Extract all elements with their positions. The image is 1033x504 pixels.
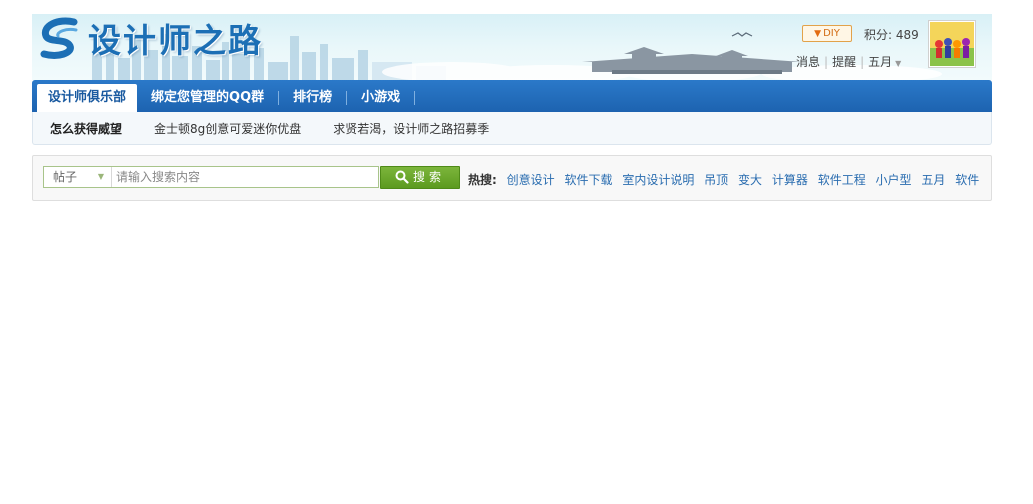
- search-type-select[interactable]: 帖子 ▼: [44, 167, 112, 187]
- sub-nav: 怎么获得威望 金士顿8g创意可爱迷你优盘 求贤若渴，设计师之路招募季: [32, 112, 992, 145]
- score-label: 积分: 489: [864, 28, 919, 42]
- search-button[interactable]: 搜索: [380, 166, 460, 189]
- nav-item-mini-games[interactable]: 小游戏: [347, 84, 414, 112]
- logo-swirl-icon: [40, 17, 78, 59]
- subnav-item-recruit[interactable]: 求贤若渴，设计师之路招募季: [333, 120, 489, 137]
- search-icon: [395, 170, 409, 184]
- nav-divider: [414, 91, 416, 105]
- hot-search-link[interactable]: 计算器: [772, 173, 808, 187]
- nav-item-ranking[interactable]: 排行榜: [279, 84, 346, 112]
- hot-search: 热搜: 创意设计 软件下载 室内设计说明 吊顶 变大 计算器 软件工程 小户型 …: [468, 171, 985, 188]
- hot-search-link[interactable]: 室内设计说明: [622, 173, 694, 187]
- user-links: 消息 | 提醒 | 五月 ▼: [796, 53, 901, 70]
- site-header: 设计师之路 ▼ DIY 积分: 489 消息 | 提醒 | 五月 ▼: [32, 14, 992, 80]
- hot-search-link[interactable]: 小户型: [876, 173, 912, 187]
- divider: |: [860, 55, 865, 69]
- page: 设计师之路 ▼ DIY 积分: 489 消息 | 提醒 | 五月 ▼ 设计师俱乐…: [0, 0, 1033, 504]
- divider: |: [824, 55, 829, 69]
- hot-search-link[interactable]: 软件工程: [818, 173, 866, 187]
- search-button-label: 搜索: [412, 170, 445, 184]
- username-menu[interactable]: 五月: [868, 55, 892, 69]
- site-logo[interactable]: 设计师之路: [36, 16, 263, 60]
- main-nav: 设计师俱乐部 绑定您管理的QQ群 排行榜 小游戏: [32, 80, 992, 112]
- hot-search-link[interactable]: 软件下载: [564, 173, 612, 187]
- search-panel: 帖子 ▼ 搜索 热搜: 创意设计 软件下载 室内设计说明 吊顶 变大 计算器 软…: [32, 155, 992, 201]
- hot-search-link[interactable]: 变大: [738, 173, 762, 187]
- hot-search-link[interactable]: 五月: [921, 173, 945, 187]
- chevron-down-icon: ▼: [97, 172, 104, 181]
- user-panel: ▼ DIY 积分: 489 消息 | 提醒 | 五月 ▼: [796, 14, 992, 80]
- chevron-down-icon[interactable]: ▼: [895, 59, 901, 68]
- nav-item-club[interactable]: 设计师俱乐部: [37, 84, 138, 112]
- hot-search-link[interactable]: 软件: [955, 173, 979, 187]
- search-box: 帖子 ▼: [43, 166, 379, 188]
- remind-link[interactable]: 提醒: [832, 55, 856, 69]
- download-arrow-icon: ▼: [814, 29, 822, 39]
- logo-text: 设计师之路: [88, 21, 263, 60]
- messages-link[interactable]: 消息: [796, 55, 820, 69]
- nav-item-bind-qq-group[interactable]: 绑定您管理的QQ群: [137, 84, 278, 112]
- avatar-image: [930, 22, 974, 66]
- subnav-item-usb-promo[interactable]: 金士顿8g创意可爱迷你优盘: [154, 120, 301, 137]
- hot-search-label: 热搜:: [468, 173, 497, 187]
- hot-search-link[interactable]: 吊顶: [704, 173, 728, 187]
- diy-button[interactable]: ▼ DIY: [802, 25, 852, 42]
- subnav-item-prestige[interactable]: 怎么获得威望: [50, 120, 122, 137]
- diy-label: DIY: [823, 28, 840, 39]
- search-input[interactable]: [116, 167, 376, 187]
- avatar[interactable]: [928, 20, 976, 68]
- hot-search-link[interactable]: 创意设计: [507, 173, 555, 187]
- search-type-label: 帖子: [53, 170, 78, 184]
